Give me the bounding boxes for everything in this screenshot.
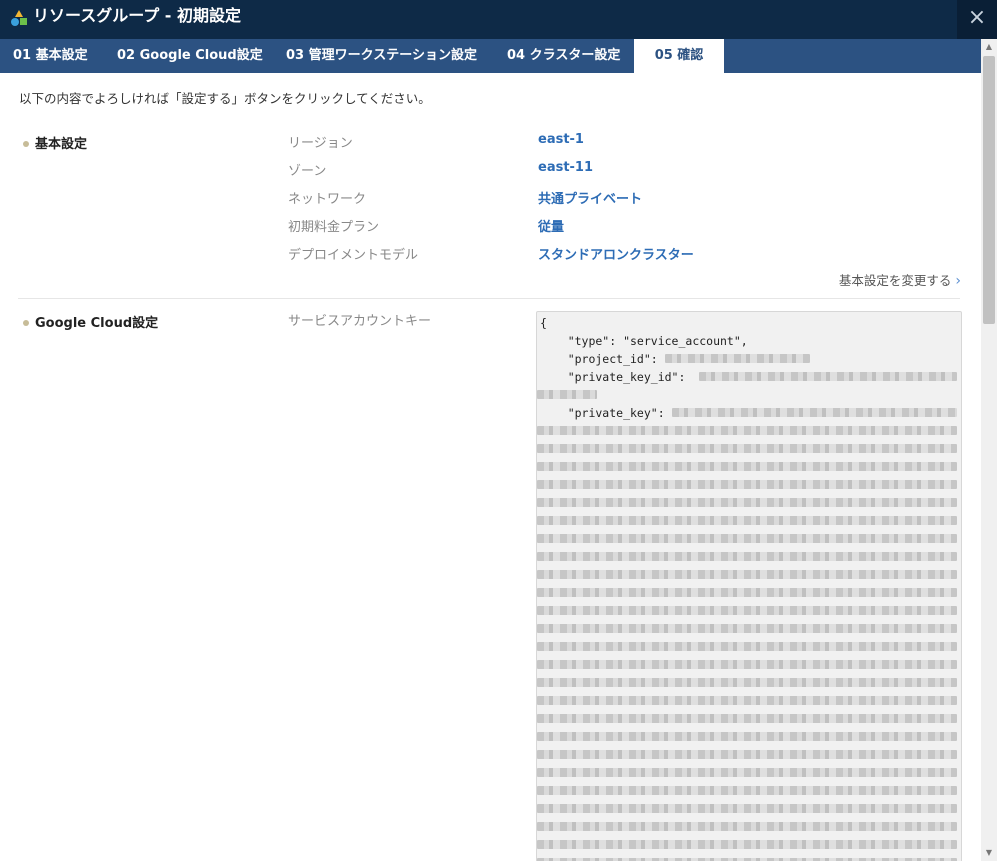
redacted-value xyxy=(537,390,597,399)
change-link-label: 基本設定を変更する xyxy=(838,273,952,288)
section-divider xyxy=(18,298,960,299)
step-tabs: 01 基本設定 02 Google Cloud設定 03 管理ワークステーション… xyxy=(0,39,981,73)
tab-basic-settings[interactable]: 01 基本設定 xyxy=(13,39,88,73)
value-zone: east-11 xyxy=(538,160,594,175)
tab-google-cloud-settings[interactable]: 02 Google Cloud設定 xyxy=(117,39,263,73)
service-account-key-box[interactable]: { "type": "service_account", "project_id… xyxy=(536,311,962,861)
title-bar: リソースグループ - 初期設定 × xyxy=(0,0,997,39)
tab-cluster-settings[interactable]: 04 クラスター設定 xyxy=(507,39,620,73)
value-deployment-model: スタンドアロンクラスター xyxy=(538,248,694,263)
redacted-value xyxy=(672,408,957,417)
key-line: "private_key_id": xyxy=(540,370,693,384)
window-title: リソースグループ - 初期設定 xyxy=(33,6,242,25)
key-line: { xyxy=(540,316,547,330)
bullet-icon xyxy=(23,140,29,147)
section-title-google-cloud: Google Cloud設定 xyxy=(35,316,159,331)
value-region: east-1 xyxy=(538,132,584,147)
label-service-account-key: サービスアカウントキー xyxy=(288,314,432,329)
scroll-up-arrow-icon[interactable]: ▲ xyxy=(981,39,997,55)
value-pricing-plan: 従量 xyxy=(538,220,565,235)
change-basic-settings-link[interactable]: 基本設定を変更する › xyxy=(839,270,961,289)
label-network: ネットワーク xyxy=(288,192,367,207)
value-network: 共通プライベート xyxy=(538,192,643,207)
label-pricing-plan: 初期料金プラン xyxy=(288,220,380,235)
section-google-cloud: Google Cloud設定 xyxy=(23,312,158,331)
label-deployment-model: デプロイメントモデル xyxy=(288,248,419,263)
chevron-right-icon: › xyxy=(955,273,961,289)
section-title-basic: 基本設定 xyxy=(35,137,88,152)
scroll-down-arrow-icon[interactable]: ▼ xyxy=(981,845,997,861)
section-basic-settings: 基本設定 xyxy=(23,133,87,152)
key-line: "type": "service_account", xyxy=(540,334,748,348)
close-icon[interactable]: × xyxy=(957,0,997,39)
tab-confirm[interactable]: 05 確認 xyxy=(634,39,724,73)
intro-text: 以下の内容でよろしければ「設定する」ボタンをクリックしてください。 xyxy=(19,91,431,106)
label-region: リージョン xyxy=(288,136,353,151)
key-line: "project_id": xyxy=(540,352,665,366)
redacted-value xyxy=(699,372,957,381)
scrollbar-thumb[interactable] xyxy=(983,56,995,324)
label-zone: ゾーン xyxy=(288,164,327,179)
bullet-icon xyxy=(23,319,29,326)
app-logo-icon xyxy=(11,10,27,26)
confirm-panel: 以下の内容でよろしければ「設定する」ボタンをクリックしてください。 基本設定 リ… xyxy=(0,73,981,861)
tab-admin-workstation-settings[interactable]: 03 管理ワークステーション設定 xyxy=(286,39,477,73)
key-line: "private_key": xyxy=(540,406,672,420)
redacted-value xyxy=(665,354,810,363)
